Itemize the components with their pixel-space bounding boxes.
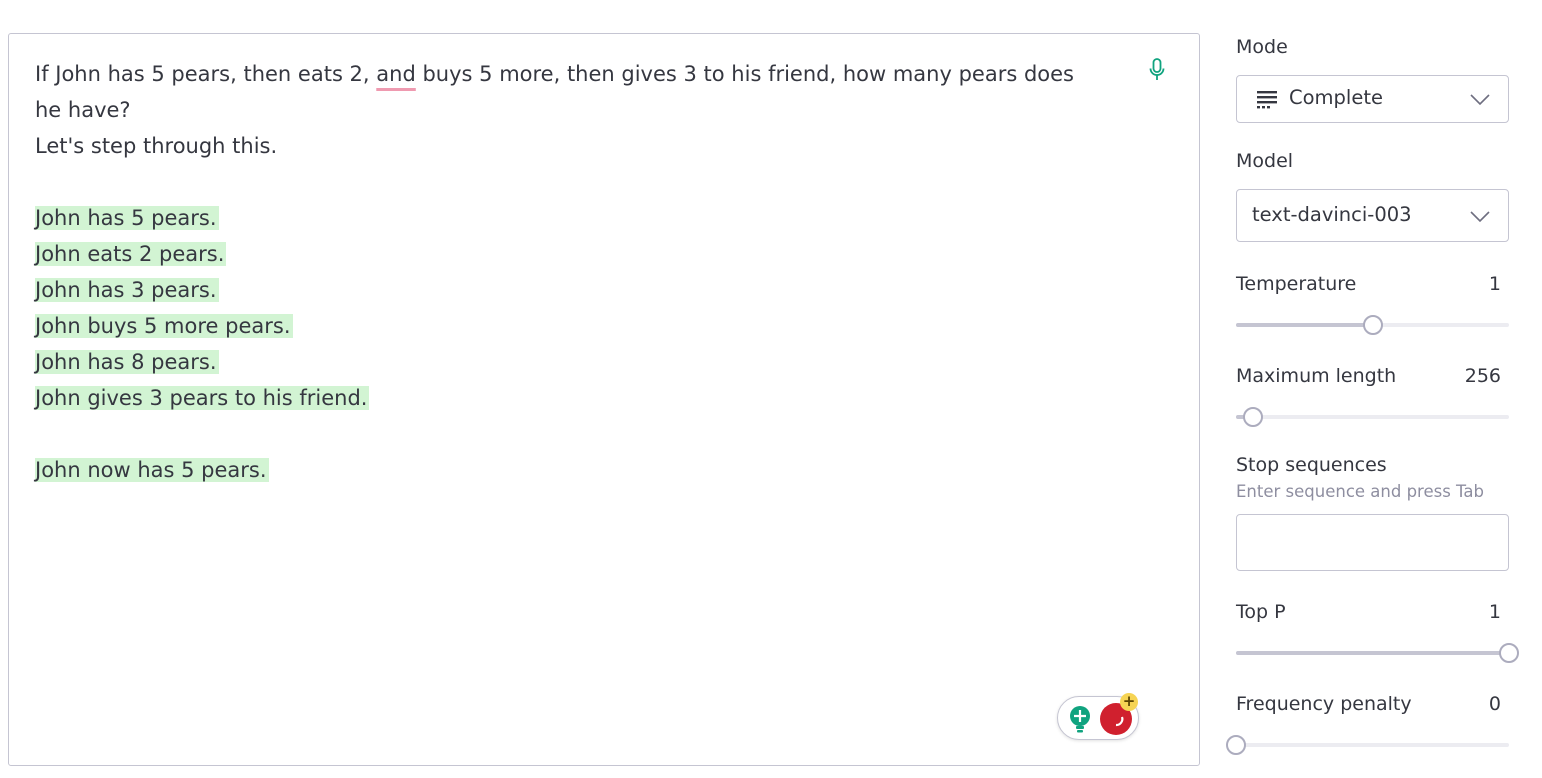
generated-line: John buys 5 more pears. — [35, 308, 1125, 344]
top-p-value[interactable]: 1 — [1489, 601, 1501, 623]
generated-text: John has 8 pears. — [35, 350, 219, 374]
complete-mode-icon — [1257, 91, 1277, 109]
generated-line: John gives 3 pears to his friend. — [35, 380, 1125, 416]
temperature-slider[interactable] — [1236, 313, 1509, 337]
frequency-penalty-value[interactable]: 0 — [1489, 693, 1501, 715]
prompt-line-3: Let's step through this. — [35, 134, 278, 158]
maximum-length-value[interactable]: 256 — [1465, 365, 1501, 387]
generated-line: John eats 2 pears. — [35, 236, 1125, 272]
generated-line: John has 3 pears. — [35, 272, 1125, 308]
maximum-length-label: Maximum length — [1236, 365, 1397, 387]
prompt-line-2: he have? — [35, 98, 131, 122]
stop-sequences-input[interactable] — [1236, 514, 1509, 571]
prompt-line-1: If John has 5 pears, then eats 2, and bu… — [35, 62, 1074, 86]
generated-text: John has 5 pears. — [35, 206, 219, 230]
prompt-editor[interactable]: If John has 5 pears, then eats 2, and bu… — [8, 33, 1200, 766]
generated-line: John has 5 pears. — [35, 200, 1125, 236]
mode-label: Mode — [1236, 36, 1288, 58]
generated-line: John has 8 pears. — [35, 344, 1125, 380]
chevron-down-icon — [1470, 94, 1490, 106]
frequency-penalty-label: Frequency penalty — [1236, 693, 1412, 715]
spellcheck-word[interactable]: and — [376, 62, 416, 86]
generated-text: John eats 2 pears. — [35, 242, 227, 266]
mode-select[interactable]: Complete — [1236, 75, 1509, 123]
temperature-label: Temperature — [1236, 273, 1357, 295]
slider-thumb[interactable] — [1499, 643, 1519, 663]
model-label: Model — [1236, 150, 1294, 172]
stop-sequences-label: Stop sequences — [1236, 454, 1387, 476]
editor-text[interactable]: If John has 5 pears, then eats 2, and bu… — [35, 56, 1125, 488]
frequency-penalty-slider[interactable] — [1226, 733, 1509, 757]
slider-thumb[interactable] — [1243, 407, 1264, 427]
generated-answer: John now has 5 pears. — [35, 458, 269, 482]
microphone-icon[interactable] — [1145, 56, 1169, 84]
chevron-down-icon — [1470, 211, 1490, 223]
lightbulb-icon[interactable] — [1067, 705, 1093, 733]
slider-thumb[interactable] — [1226, 735, 1246, 755]
temperature-value[interactable]: 1 — [1489, 273, 1501, 295]
maximum-length-slider[interactable] — [1236, 405, 1509, 429]
top-p-slider[interactable] — [1236, 641, 1519, 665]
model-value: text-davinci-003 — [1252, 203, 1412, 226]
generated-text: John buys 5 more pears. — [35, 314, 293, 338]
mode-value: Complete — [1289, 86, 1383, 109]
generated-text: John has 3 pears. — [35, 278, 219, 302]
top-p-label: Top P — [1236, 601, 1286, 623]
generated-line: John now has 5 pears. — [35, 452, 1125, 488]
slider-thumb[interactable] — [1362, 315, 1383, 335]
plus-badge-icon[interactable]: + — [1120, 693, 1138, 711]
model-select[interactable]: text-davinci-003 — [1236, 189, 1509, 242]
stop-sequences-hint: Enter sequence and press Tab — [1236, 482, 1484, 501]
generated-text: John gives 3 pears to his friend. — [35, 386, 370, 410]
extension-widget[interactable]: + — [1057, 693, 1139, 740]
